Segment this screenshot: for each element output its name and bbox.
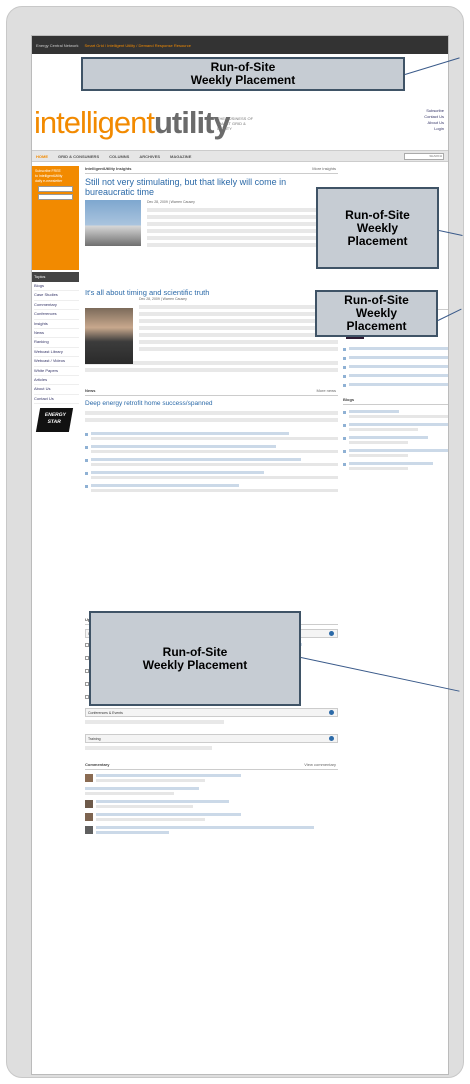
insights-header: IntelligentUtility Insights More insights	[85, 166, 338, 174]
reports-list[interactable]	[343, 347, 448, 387]
main-column: IntelligentUtility Insights More insights…	[85, 166, 338, 839]
conferences-tab[interactable]: Conferences & Events	[85, 708, 338, 717]
subscribe-box[interactable]: Subscribe FREE to IntelligentUtility daily…	[32, 166, 79, 270]
training-tab[interactable]: Training	[85, 734, 338, 743]
header-links[interactable]: Subscribe Contact Us About Us Login	[424, 108, 444, 132]
search-button[interactable]: SEARCH	[404, 153, 444, 160]
blogs-header: Blogs	[343, 397, 448, 405]
placement-right2: Run-of-Site Weekly Placement	[315, 290, 438, 337]
commentary-list[interactable]	[85, 774, 338, 834]
article1-title[interactable]: Still not very stimulating, but that lik…	[85, 177, 338, 197]
top-bar: Energy Central Network Smart Grid / Intel…	[32, 36, 448, 54]
main-nav[interactable]: HOME GRID & CONSUMERS COLUMNS ARCHIVES M…	[32, 150, 448, 162]
energy-star-badge[interactable]: ENERGY STAR	[35, 408, 74, 433]
author-photo	[85, 308, 133, 364]
news-list[interactable]	[85, 432, 338, 492]
ad-placement-card: Energy Central Network Smart Grid / Intel…	[6, 6, 464, 1078]
left-nav[interactable]: Blogs Case Studies Commentary Conferences In…	[32, 282, 79, 405]
site-logo[interactable]: intelligentutility	[34, 105, 231, 141]
blogs-list[interactable]	[343, 410, 448, 470]
placement-middle: Run-of-Site Weekly Placement	[89, 611, 301, 706]
left-menu-header: Topics	[32, 272, 79, 282]
placement-right1: Run-of-Site Weekly Placement	[316, 187, 439, 269]
article1-date: Dec 28, 2009 | Warren Causey	[147, 200, 195, 204]
article2-title[interactable]: It's all about timing and scientific tru…	[85, 288, 338, 297]
capitol-photo	[85, 200, 141, 246]
news-header: News More news	[85, 388, 338, 396]
left-column: Subscribe FREE to IntelligentUtility daily…	[32, 166, 79, 433]
tagline: THE BUSINESS OF SMART GRID & UTILITY	[217, 116, 254, 131]
article2-date: Dec 28, 2009 | Warren Causey	[139, 297, 187, 301]
commentary-header: Commentary View commentary	[85, 762, 338, 770]
news-headline[interactable]: Deep energy retrofit home success/spanne…	[85, 399, 338, 408]
placement-top: Run-of-Site Weekly Placement	[81, 57, 405, 91]
